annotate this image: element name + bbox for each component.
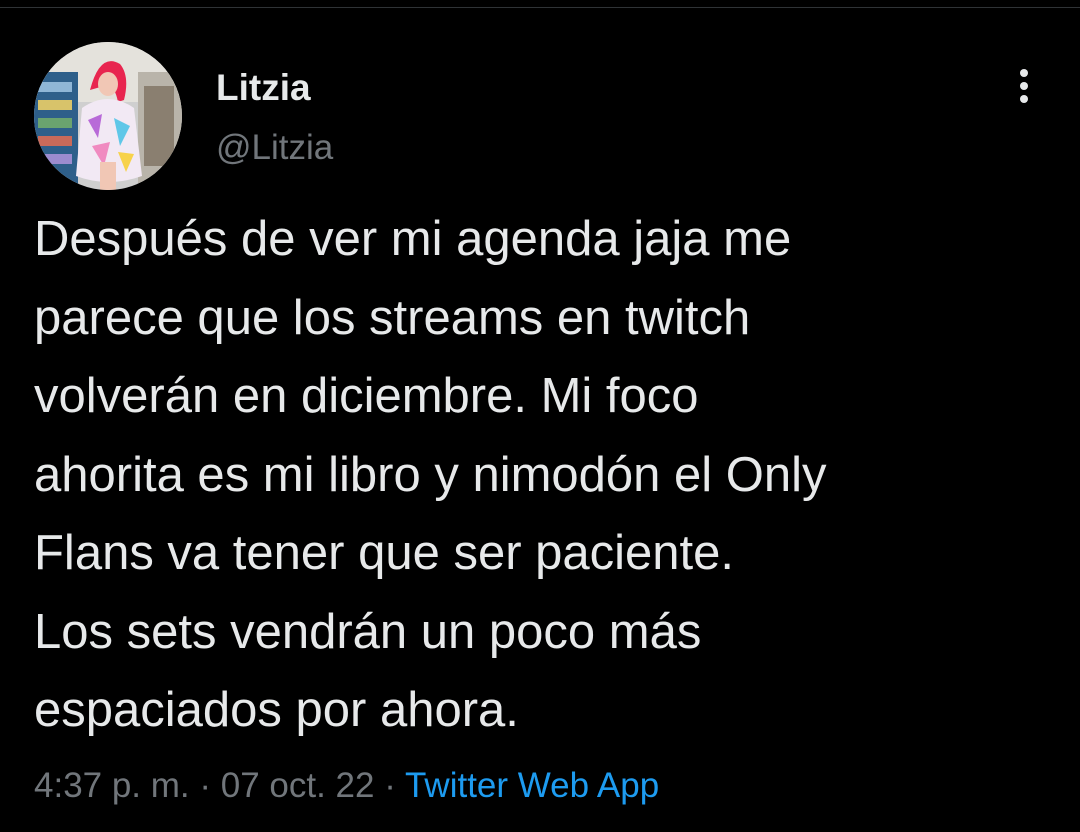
tweet-text-line: ahorita es mi libro y nimodón el Only xyxy=(34,447,827,502)
tweet-text: Después de ver mi agenda jaja me parece … xyxy=(34,200,1034,750)
tweet-time[interactable]: 4:37 p. m. xyxy=(34,766,190,805)
tweet-date[interactable]: 07 oct. 22 xyxy=(221,766,375,805)
avatar[interactable] xyxy=(34,42,182,190)
meta-separator: · xyxy=(384,766,396,805)
avatar-image xyxy=(34,42,182,190)
vertical-ellipsis-icon xyxy=(1020,69,1028,103)
tweet-text-line: espaciados por ahora. xyxy=(34,683,519,737)
tweet-source-link[interactable]: Twitter Web App xyxy=(405,766,659,805)
more-options-button[interactable] xyxy=(1000,62,1048,110)
tweet-text-line: volverán en diciembre. Mi foco xyxy=(34,369,699,423)
meta-separator: · xyxy=(199,766,212,805)
display-name[interactable]: Litzia xyxy=(216,64,311,112)
tweet-text-line: Flans va tener que ser paciente. xyxy=(34,526,735,580)
tweet-text-line: Los sets vendrán un poco más xyxy=(34,604,702,659)
tweet-text-line: Después de ver mi agenda jaja me xyxy=(34,212,792,266)
user-handle[interactable]: @Litzia xyxy=(216,124,333,172)
top-divider xyxy=(0,0,1080,8)
tweet-meta: 4:37 p. m. · 07 oct. 22 · Twitter Web Ap… xyxy=(34,760,659,812)
tweet-text-line: parece que los streams en twitch xyxy=(34,290,751,345)
